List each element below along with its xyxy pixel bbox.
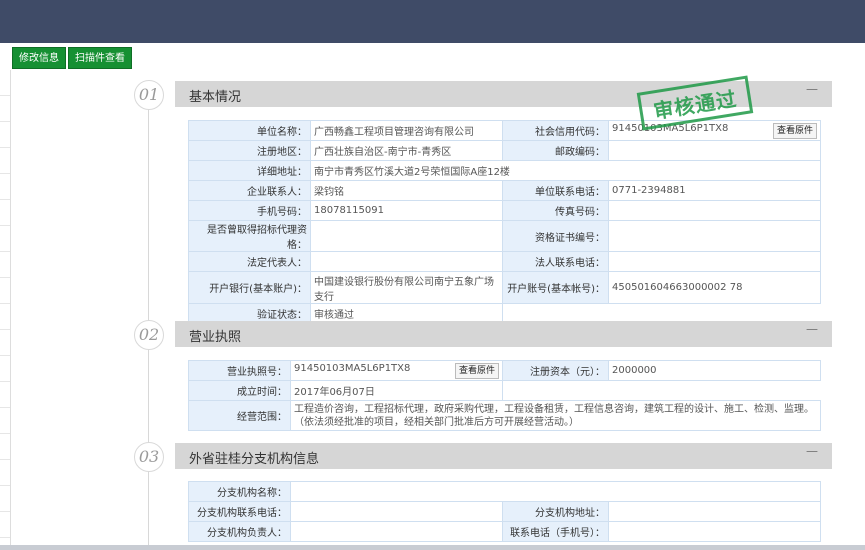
field-label: 分支机构负责人： xyxy=(188,521,291,542)
collapse-icon[interactable]: — xyxy=(806,444,818,458)
field-label: 法人联系电话： xyxy=(502,251,609,272)
view-scan-button[interactable]: 扫描件查看 xyxy=(68,47,132,69)
bottom-taskbar xyxy=(0,545,865,550)
company-name-value: 广西畅鑫工程项目管理咨询有限公司 xyxy=(310,120,503,141)
table-row: 经营范围： 工程造价咨询，工程招标代理，政府采购代理，工程设备租赁，工程信息咨询… xyxy=(188,400,821,431)
field-label: 开户银行(基本账户)： xyxy=(188,271,311,304)
table-row: 营业执照号： 91450103MA5L6P1TX8 查看原件 注册资本（元）： 2… xyxy=(188,360,821,381)
branch-phone-value xyxy=(290,501,503,522)
table-row: 注册地区： 广西壮族自治区-南宁市-青秀区 邮政编码： xyxy=(188,140,821,161)
collapse-icon[interactable]: — xyxy=(806,82,818,96)
field-label: 手机号码： xyxy=(188,200,311,221)
field-label: 注册资本（元）： xyxy=(502,360,609,381)
contact-person-value: 梁钧铭 xyxy=(310,180,503,201)
legal-rep-value xyxy=(310,251,503,272)
collapse-icon[interactable]: — xyxy=(806,322,818,336)
section-header-business-license: 营业执照 — xyxy=(175,321,832,347)
view-original-button[interactable]: 查看原件 xyxy=(454,362,499,379)
section-number-02: 02 xyxy=(134,320,164,350)
field-label: 资格证书编号： xyxy=(502,220,609,252)
table-row: 手机号码： 18078115091 传真号码： xyxy=(188,200,821,221)
field-label: 分支机构名称： xyxy=(188,481,291,502)
table-row: 开户银行(基本账户)： 中国建设银行股份有限公司南宁五象广场支行 开户账号(基本… xyxy=(188,271,821,304)
certificate-number-value xyxy=(608,220,821,252)
table-row: 单位名称： 广西畅鑫工程项目管理咨询有限公司 社会信用代码： 91450103M… xyxy=(188,120,821,141)
branch-info-table: 分支机构名称： 分支机构联系电话： 分支机构地址： 分支机构负责人： 联系电话（… xyxy=(188,481,822,542)
table-row: 详细地址： 南宁市青秀区竹溪大道2号荣恒国际A座12楼 xyxy=(188,160,821,181)
table-row: 成立时间： 2017年06月07日 xyxy=(188,380,821,401)
field-label: 经营范围： xyxy=(188,400,291,431)
edit-info-button[interactable]: 修改信息 xyxy=(12,47,66,69)
section-title: 外省驻桂分支机构信息 xyxy=(189,452,320,467)
bank-account-value: 450501604663000002 78 xyxy=(608,271,821,304)
fax-value xyxy=(608,200,821,221)
agency-qualification-value xyxy=(310,220,503,252)
field-label: 成立时间： xyxy=(188,380,291,401)
branch-head-value xyxy=(290,521,503,542)
table-row: 分支机构联系电话： 分支机构地址： xyxy=(188,501,822,522)
region-value: 广西壮族自治区-南宁市-青秀区 xyxy=(310,140,503,161)
field-label: 邮政编码： xyxy=(502,140,609,161)
field-label: 企业联系人： xyxy=(188,180,311,201)
timeline-line xyxy=(148,84,149,550)
field-label: 开户账号(基本帐号)： xyxy=(502,271,609,304)
field-label: 是否曾取得招标代理资格： xyxy=(188,220,311,252)
field-label: 营业执照号： xyxy=(188,360,291,381)
section-number-03: 03 xyxy=(134,442,164,472)
license-number-value: 91450103MA5L6P1TX8 xyxy=(294,362,411,374)
mobile-value: 18078115091 xyxy=(310,200,503,221)
field-label: 注册地区： xyxy=(188,140,311,161)
table-row: 企业联系人： 梁钧铭 单位联系电话： 0771-2394881 xyxy=(188,180,821,201)
table-row: 法定代表人： 法人联系电话： xyxy=(188,251,821,272)
field-label: 单位联系电话： xyxy=(502,180,609,201)
table-row: 分支机构名称： xyxy=(188,481,822,502)
section-title: 基本情况 xyxy=(189,90,242,105)
branch-name-value xyxy=(289,481,822,502)
branch-address-value xyxy=(607,501,822,522)
license-cell: 91450103MA5L6P1TX8 查看原件 xyxy=(290,360,503,381)
section-header-branch-info: 外省驻桂分支机构信息 — xyxy=(175,443,832,469)
founded-date-value: 2017年06月07日 xyxy=(290,380,503,401)
field-label: 分支机构地址： xyxy=(502,501,609,522)
field-label: 传真号码： xyxy=(502,200,609,221)
legal-rep-phone-value xyxy=(608,251,821,272)
table-row: 是否曾取得招标代理资格： 资格证书编号： xyxy=(188,220,821,252)
bank-value: 中国建设银行股份有限公司南宁五象广场支行 xyxy=(310,271,503,304)
basic-info-table: 单位名称： 广西畅鑫工程项目管理咨询有限公司 社会信用代码： 91450103M… xyxy=(188,120,821,324)
field-label: 联系电话（手机号）： xyxy=(502,521,609,542)
section-number-01: 01 xyxy=(134,80,164,110)
top-header-bar xyxy=(0,0,865,43)
postal-code-value xyxy=(608,140,821,161)
business-license-table: 营业执照号： 91450103MA5L6P1TX8 查看原件 注册资本（元）： 2… xyxy=(188,360,821,431)
field-label: 单位名称： xyxy=(188,120,311,141)
action-toolbar: 修改信息 扫描件查看 xyxy=(12,47,132,69)
left-panel-strip xyxy=(0,70,11,545)
business-scope-value: 工程造价咨询，工程招标代理，政府采购代理，工程设备租赁，工程信息咨询，建筑工程的… xyxy=(290,400,821,431)
field-label: 详细地址： xyxy=(188,160,311,181)
branch-mobile-value xyxy=(607,521,822,542)
credit-code-cell: 91450103MA5L6P1TX8 查看原件 xyxy=(608,120,821,141)
address-value: 南宁市青秀区竹溪大道2号荣恒国际A座12楼 xyxy=(310,160,821,181)
registered-capital-value: 2000000 xyxy=(608,360,821,381)
table-row: 分支机构负责人： 联系电话（手机号）： xyxy=(188,521,822,542)
view-original-button[interactable]: 查看原件 xyxy=(772,122,817,139)
company-phone-value: 0771-2394881 xyxy=(608,180,821,201)
field-label: 分支机构联系电话： xyxy=(188,501,291,522)
field-label: 社会信用代码： xyxy=(502,120,609,141)
section-title: 营业执照 xyxy=(189,330,242,345)
field-label: 法定代表人： xyxy=(188,251,311,272)
